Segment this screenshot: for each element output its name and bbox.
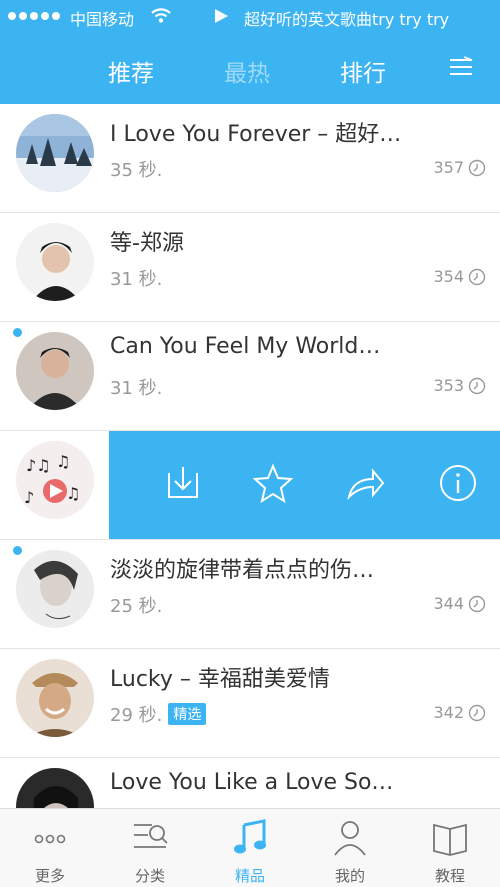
list-item[interactable]: 淡淡的旋律带着点点的伤… 25 秒. 344 (0, 540, 500, 649)
nav-label: 精品 (234, 867, 265, 885)
song-thumbnail (16, 659, 94, 737)
nav-tutorial[interactable]: 教程 (410, 809, 490, 887)
signal-icon (8, 12, 60, 20)
song-title: Can You Feel My World… (110, 334, 381, 359)
nav-label: 分类 (134, 867, 165, 885)
featured-badge: 精选 (168, 703, 207, 725)
song-title: 淡淡的旋律带着点点的伤… (110, 558, 375, 583)
song-title: Lucky – 幸福甜美爱情 (110, 667, 330, 692)
book-icon (433, 823, 467, 856)
status-bar: 中国移动 超好听的英文歌曲try try try (0, 0, 500, 32)
play-status-icon (215, 9, 228, 23)
song-duration-value: 29 秒. (110, 705, 163, 726)
bottom-nav: 更多 分类 精品 我的 教程 (0, 808, 500, 887)
song-title: I Love You Forever – 超好… (110, 122, 402, 147)
play-count-value: 354 (433, 267, 464, 286)
clock-icon (468, 377, 486, 394)
song-duration: 31 秒. (110, 269, 163, 290)
category-icon (134, 824, 168, 848)
music-note-icon (234, 819, 266, 854)
song-thumbnail (16, 114, 94, 192)
clock-icon (468, 595, 486, 612)
person-icon (334, 821, 366, 856)
song-duration: 31 秒. (110, 378, 163, 399)
new-indicator-dot (13, 328, 22, 337)
svg-text:♪: ♪ (24, 488, 34, 507)
clock-icon (468, 268, 486, 285)
nav-label: 教程 (434, 867, 465, 885)
play-count-value: 353 (433, 376, 464, 395)
play-count: 342 (433, 703, 486, 722)
svg-text:♫: ♫ (56, 452, 70, 471)
new-indicator-dot (13, 546, 22, 555)
play-count: 354 (433, 267, 486, 286)
song-duration: 35 秒. (110, 160, 163, 181)
song-list: I Love You Forever – 超好… 35 秒. 357 等-郑源 … (0, 104, 500, 808)
list-item[interactable]: 等-郑源 31 秒. 354 (0, 213, 500, 322)
now-playing-title: 超好听的英文歌曲try try try (244, 10, 450, 29)
song-action-bar (109, 431, 500, 539)
song-thumbnail (16, 332, 94, 410)
tab-recommend[interactable]: 推荐 (108, 54, 154, 88)
list-item[interactable]: Love You Like a Love So… (0, 758, 500, 808)
download-icon[interactable] (161, 461, 205, 505)
top-tabs: 推荐 最热 排行 (0, 46, 500, 92)
song-thumbnail: ♪♫ ♫ ♪ ♫ (16, 441, 94, 519)
tab-hottest[interactable]: 最热 (224, 54, 270, 88)
play-count: 357 (433, 158, 486, 177)
play-count: 344 (433, 594, 486, 613)
nav-category[interactable]: 分类 (110, 809, 190, 887)
play-count: 353 (433, 376, 486, 395)
svg-text:♫: ♫ (66, 484, 80, 503)
carrier-label: 中国移动 (70, 10, 135, 29)
list-item[interactable]: Lucky – 幸福甜美爱情 29 秒. 精选 342 (0, 649, 500, 758)
clock-icon (468, 159, 486, 176)
song-title: 等-郑源 (110, 231, 184, 256)
play-count-value: 344 (433, 594, 464, 613)
menu-icon[interactable] (446, 54, 476, 82)
nav-label: 更多 (34, 867, 65, 885)
song-duration: 29 秒. 精选 (110, 701, 207, 727)
nav-mine[interactable]: 我的 (310, 809, 390, 887)
song-thumbnail (16, 768, 94, 808)
song-duration: 25 秒. (110, 596, 163, 617)
info-icon[interactable] (436, 461, 480, 505)
share-icon[interactable] (343, 461, 387, 505)
nav-more[interactable]: 更多 (10, 809, 90, 887)
star-icon[interactable] (251, 461, 295, 505)
song-thumbnail (16, 223, 94, 301)
tab-ranking[interactable]: 排行 (340, 54, 386, 88)
list-item[interactable]: Can You Feel My World… 31 秒. 353 (0, 322, 500, 431)
more-icon (34, 834, 66, 844)
song-title: Love You Like a Love So… (110, 770, 394, 795)
wifi-icon (151, 8, 171, 23)
play-count-value: 342 (433, 703, 464, 722)
nav-featured[interactable]: 精品 (210, 809, 290, 887)
list-item[interactable]: I Love You Forever – 超好… 35 秒. 357 (0, 104, 500, 213)
svg-text:♪♫: ♪♫ (26, 456, 51, 475)
app-header: 中国移动 超好听的英文歌曲try try try 推荐 最热 排行 (0, 0, 500, 104)
song-thumbnail (16, 550, 94, 628)
play-count-value: 357 (433, 158, 464, 177)
clock-icon (468, 704, 486, 721)
list-item-expanded[interactable]: ♪♫ ♫ ♪ ♫ (0, 431, 500, 540)
nav-label: 我的 (334, 867, 365, 885)
